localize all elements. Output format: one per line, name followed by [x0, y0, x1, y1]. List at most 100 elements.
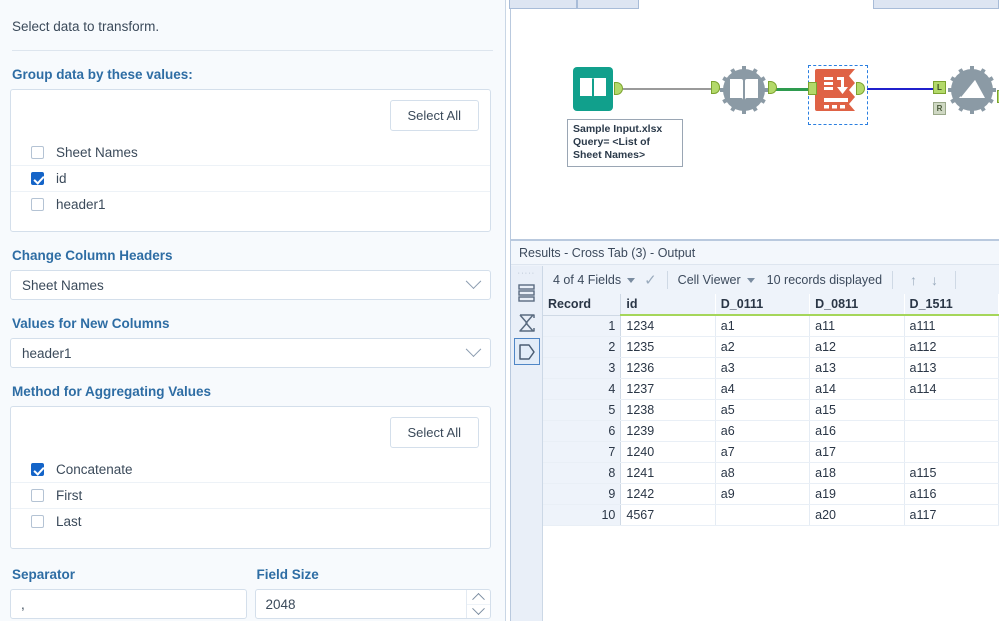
cell-value[interactable]: a1 [715, 315, 811, 337]
column-header-d0111[interactable]: D_0111 [715, 294, 811, 316]
connection-wire-3[interactable] [867, 88, 935, 90]
cell-value[interactable]: a13 [809, 357, 905, 379]
cell-value[interactable] [904, 420, 999, 442]
cell-record-number[interactable]: 5 [543, 399, 622, 421]
values-for-new-columns-dropdown[interactable]: header1 [10, 338, 491, 368]
cell-record-number[interactable]: 8 [543, 462, 622, 484]
dynamic-input-output-anchor[interactable] [768, 81, 777, 94]
rail-button-metadata[interactable] [513, 338, 540, 365]
cell-value[interactable]: 4567 [620, 504, 716, 526]
cell-value[interactable]: a5 [715, 399, 811, 421]
cell-value[interactable]: a18 [809, 462, 905, 484]
join-left-input-anchor[interactable]: L [933, 81, 946, 94]
cell-value[interactable] [715, 504, 811, 526]
method-row-first[interactable]: First [11, 482, 490, 508]
cell-value[interactable]: a114 [904, 378, 999, 400]
results-grid-wrapper[interactable]: Record id D_0111 D_0811 D_1511 1 1234 a1 a1… [543, 294, 999, 621]
cell-value[interactable]: 1238 [620, 399, 716, 421]
group-field-checkbox-header1[interactable] [31, 198, 44, 211]
cell-value[interactable]: a16 [809, 420, 905, 442]
cell-value[interactable]: a15 [809, 399, 905, 421]
cell-value[interactable]: a4 [715, 378, 811, 400]
tab-fragment-right[interactable] [873, 0, 999, 9]
cell-value[interactable] [904, 441, 999, 463]
rail-button-profile[interactable] [514, 309, 540, 336]
cross-tab-input-anchor[interactable] [808, 82, 817, 95]
group-field-row-sheet-names[interactable]: Sheet Names [11, 139, 490, 165]
cell-value[interactable]: 1236 [620, 357, 716, 379]
cell-value[interactable]: 1241 [620, 462, 716, 484]
group-field-checkbox-id[interactable] [31, 172, 44, 185]
cell-value[interactable]: 1242 [620, 483, 716, 505]
tab-fragment-center[interactable] [577, 0, 639, 9]
cell-value[interactable]: 1239 [620, 420, 716, 442]
group-field-row-id[interactable]: id [11, 165, 490, 191]
table-row[interactable]: 10 4567 a20 a117 [543, 504, 999, 526]
field-size-value[interactable]: 2048 [256, 590, 467, 618]
tab-fragment-left[interactable] [509, 0, 577, 9]
group-field-checkbox-sheet-names[interactable] [31, 145, 44, 159]
cell-record-number[interactable]: 1 [543, 315, 622, 337]
table-row[interactable]: 9 1242 a9 a19 a116 [543, 483, 999, 505]
cell-value[interactable]: a7 [715, 441, 811, 463]
cell-value[interactable]: 1237 [620, 378, 716, 400]
method-row-concatenate[interactable]: Concatenate [11, 456, 490, 482]
cell-record-number[interactable]: 7 [543, 441, 622, 463]
fields-apply-check-icon[interactable]: ✓ [644, 271, 657, 289]
cell-value[interactable]: a12 [809, 336, 905, 358]
dynamic-input-tool[interactable] [711, 65, 777, 120]
method-checkbox-first[interactable] [31, 489, 44, 502]
cell-value[interactable]: a112 [904, 336, 999, 358]
cell-value[interactable]: a9 [715, 483, 811, 505]
workflow-canvas[interactable]: Sample Input.xlsx Query= <List of Sheet … [510, 9, 999, 240]
drag-handle-icon[interactable]: ····· [516, 269, 538, 278]
table-row[interactable]: 5 1238 a5 a15 [543, 399, 999, 421]
scroll-down-arrow-icon[interactable]: ↓ [931, 272, 938, 288]
method-select-all-button[interactable]: Select All [389, 417, 479, 448]
cell-value[interactable]: 1240 [620, 441, 716, 463]
cell-record-number[interactable]: 3 [543, 357, 622, 379]
cross-tab-tool[interactable] [808, 67, 865, 122]
table-row[interactable]: 3 1236 a3 a13 a113 [543, 357, 999, 379]
cell-value[interactable]: a14 [809, 378, 905, 400]
cell-value[interactable]: a19 [809, 483, 905, 505]
group-field-row-header1[interactable]: header1 [11, 191, 490, 217]
table-row[interactable]: 2 1235 a2 a12 a112 [543, 336, 999, 358]
cell-value[interactable]: a111 [904, 315, 999, 337]
field-size-decrement-button[interactable] [467, 602, 490, 619]
cell-record-number[interactable]: 6 [543, 420, 622, 442]
separator-input[interactable]: , [10, 589, 247, 619]
input-data-output-anchor[interactable] [614, 82, 623, 95]
cell-value[interactable]: a113 [904, 357, 999, 379]
cell-record-number[interactable]: 9 [543, 483, 622, 505]
group-select-all-button[interactable]: Select All [389, 100, 479, 131]
rail-button-data[interactable] [514, 280, 540, 307]
column-header-record[interactable]: Record [543, 294, 622, 316]
cell-record-number[interactable]: 10 [543, 504, 622, 526]
cell-value[interactable]: a116 [904, 483, 999, 505]
join-tool[interactable]: L R [933, 65, 999, 120]
table-row[interactable]: 1 1234 a1 a11 a111 [543, 315, 999, 337]
cell-value[interactable]: a3 [715, 357, 811, 379]
method-row-last[interactable]: Last [11, 508, 490, 534]
cell-record-number[interactable]: 4 [543, 378, 622, 400]
join-right-input-anchor[interactable]: R [933, 102, 946, 115]
cell-value[interactable] [904, 399, 999, 421]
cell-value[interactable]: a6 [715, 420, 811, 442]
table-row[interactable]: 8 1241 a8 a18 a115 [543, 462, 999, 484]
table-row[interactable]: 6 1239 a6 a16 [543, 420, 999, 442]
cell-value[interactable]: a20 [809, 504, 905, 526]
method-checkbox-concatenate[interactable] [31, 462, 44, 476]
cell-value[interactable]: 1235 [620, 336, 716, 358]
method-checkbox-last[interactable] [31, 515, 44, 528]
fields-selector[interactable]: 4 of 4 Fields [553, 273, 636, 287]
column-header-d0811[interactable]: D_0811 [809, 294, 905, 316]
cell-value[interactable]: a11 [809, 315, 905, 337]
cell-record-number[interactable]: 2 [543, 336, 622, 358]
cell-value[interactable]: a2 [715, 336, 811, 358]
column-header-id[interactable]: id [620, 294, 716, 316]
field-size-stepper[interactable]: 2048 [254, 589, 491, 619]
cell-value[interactable]: a117 [904, 504, 999, 526]
table-row[interactable]: 7 1240 a7 a17 [543, 441, 999, 463]
change-column-headers-dropdown[interactable]: Sheet Names [10, 270, 491, 300]
